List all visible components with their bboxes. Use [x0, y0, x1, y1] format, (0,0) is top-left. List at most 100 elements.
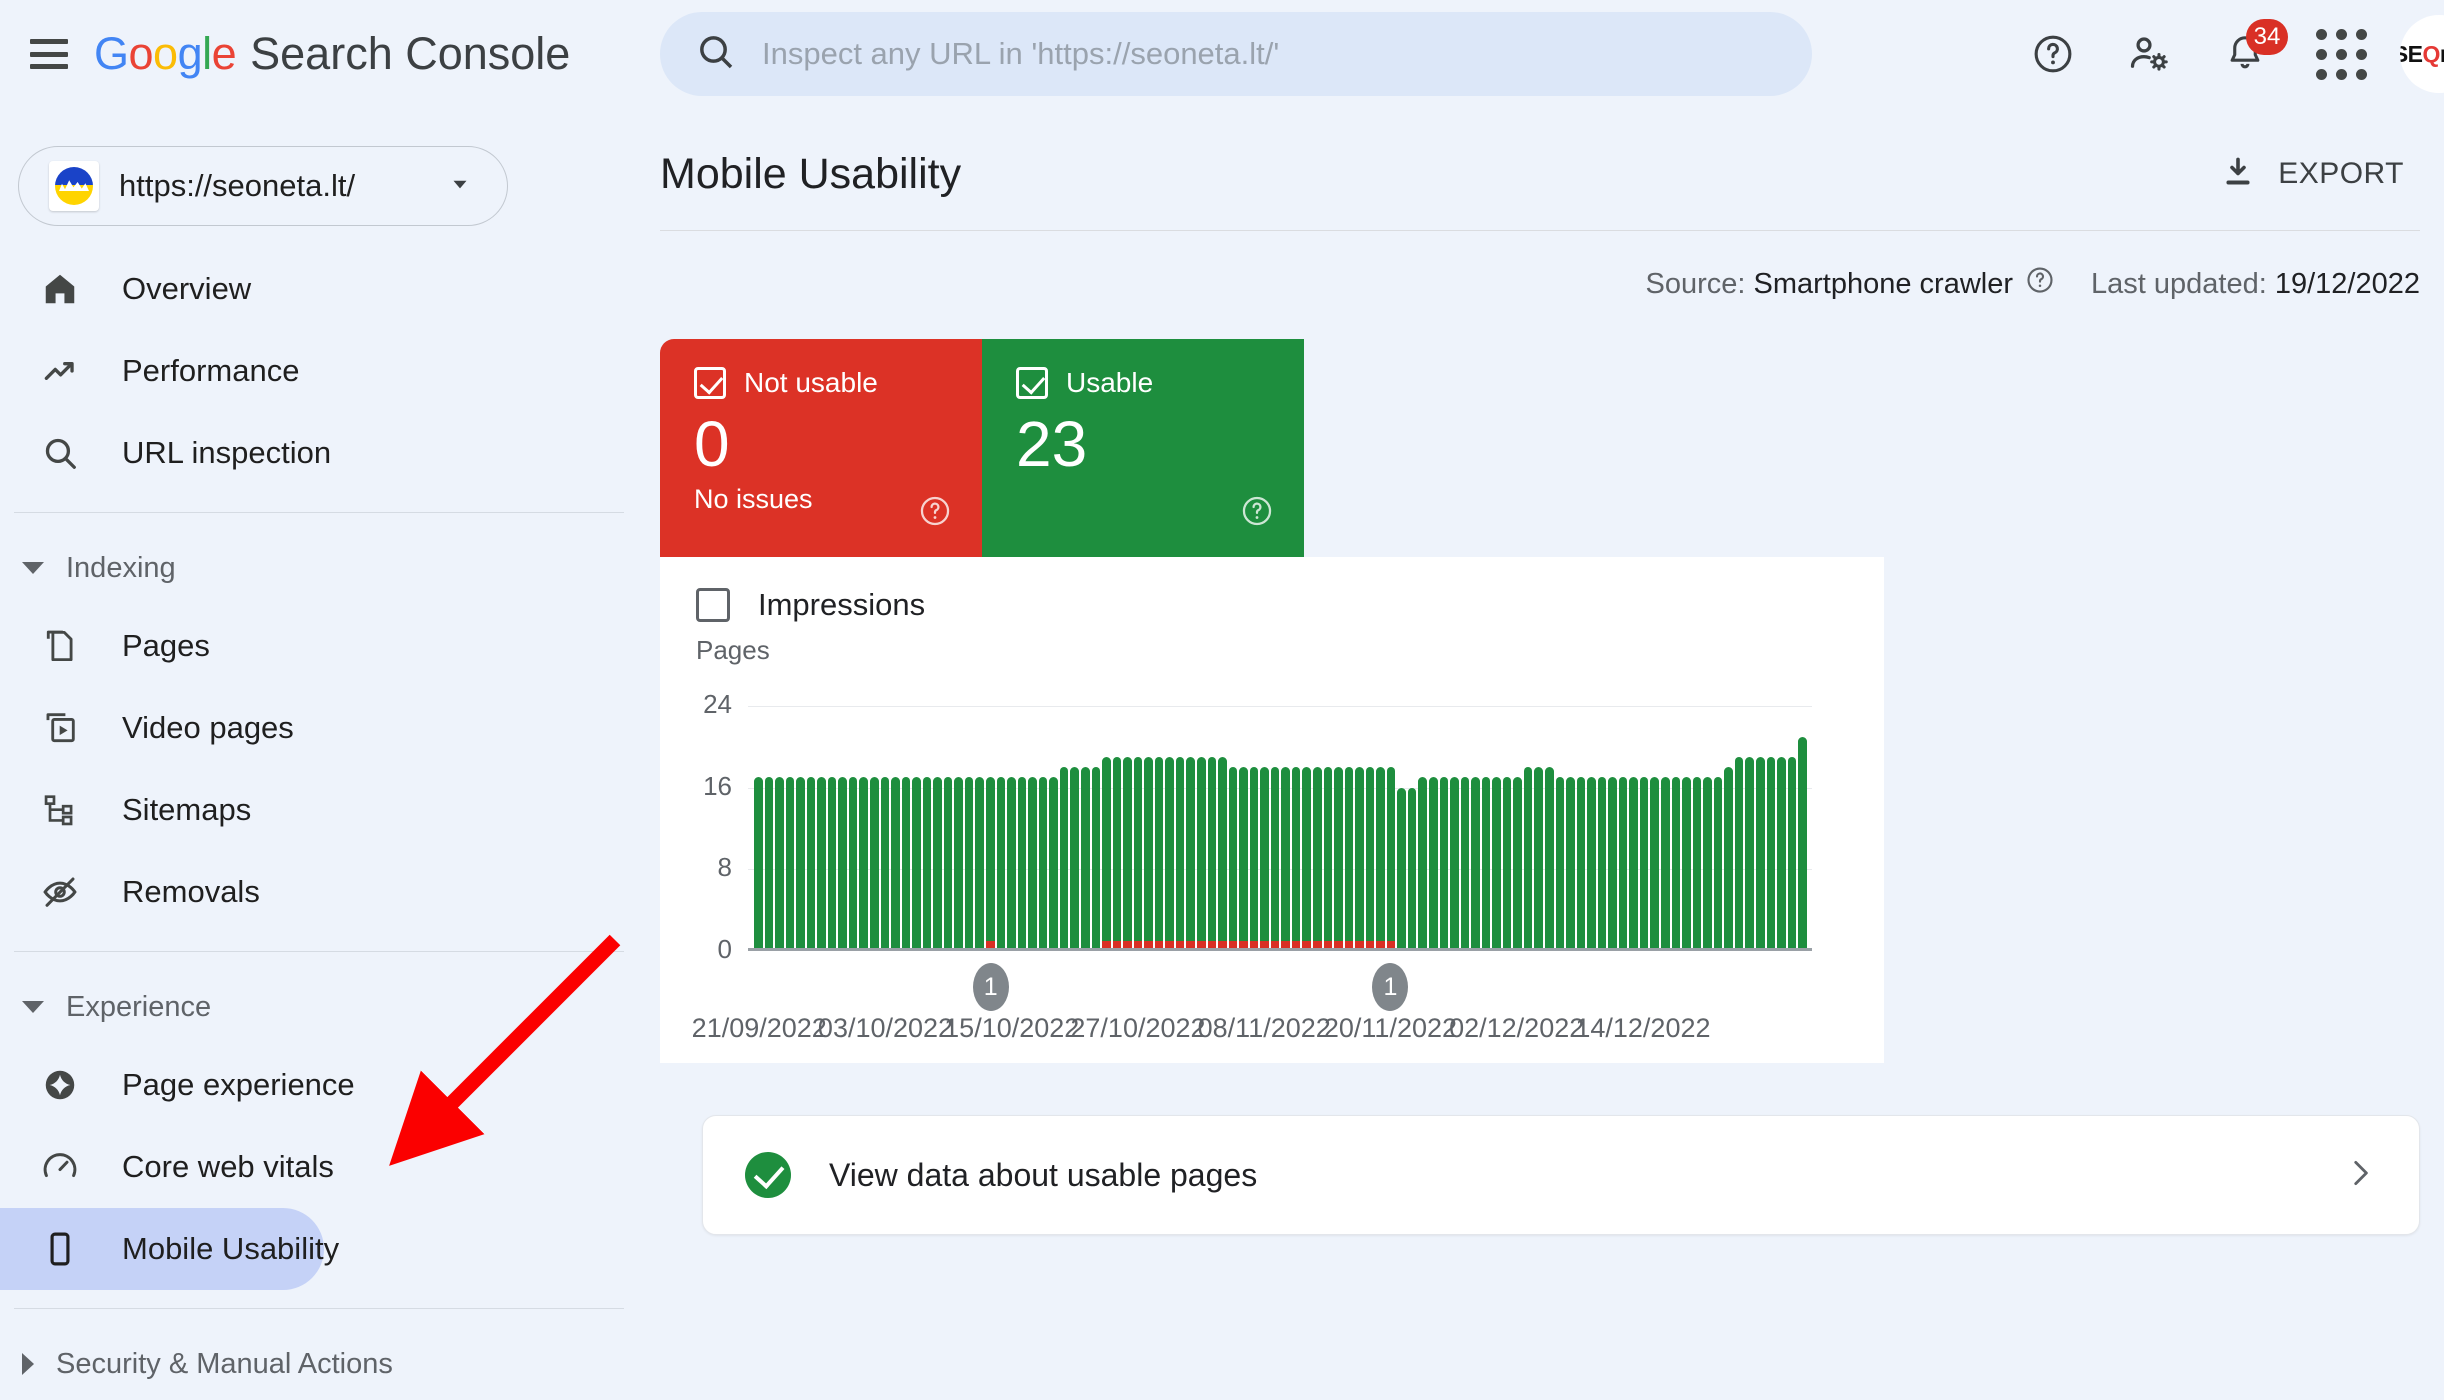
chart-bar[interactable]: [1091, 767, 1101, 951]
chart-bar[interactable]: [1407, 787, 1417, 951]
chart-bar[interactable]: [1302, 767, 1311, 951]
sidebar-item-performance[interactable]: Performance: [0, 330, 324, 412]
chart-bar[interactable]: [880, 777, 890, 951]
chart-bar[interactable]: [1049, 777, 1058, 951]
chart-bar[interactable]: [1608, 777, 1617, 951]
chart-bar[interactable]: [1312, 767, 1322, 951]
chart-bar[interactable]: [1080, 767, 1090, 951]
chart-bar[interactable]: [1323, 767, 1333, 951]
url-inspection-search[interactable]: [660, 12, 1812, 96]
chart-bar[interactable]: [817, 777, 826, 951]
chart-bar[interactable]: [785, 777, 795, 951]
help-circle-icon[interactable]: [2025, 265, 2055, 303]
checkbox-unchecked-icon[interactable]: [696, 588, 730, 622]
chart-bar[interactable]: [1038, 777, 1048, 951]
chart-bar[interactable]: [1692, 777, 1702, 951]
chart-bar[interactable]: [933, 777, 942, 951]
chart-bar[interactable]: [1270, 767, 1280, 951]
avatar[interactable]: SEQneta: [2400, 15, 2444, 93]
chart-bar[interactable]: [1218, 757, 1227, 951]
chart-bar[interactable]: [954, 777, 963, 951]
chart-bar[interactable]: [859, 777, 869, 951]
chart-bar[interactable]: [912, 777, 921, 951]
chart-bar[interactable]: [1102, 757, 1111, 951]
view-usable-pages-card[interactable]: View data about usable pages: [702, 1115, 2420, 1235]
sidebar-item-pages[interactable]: Pages: [0, 605, 324, 687]
chart-bar[interactable]: [1260, 767, 1269, 951]
status-card-usable[interactable]: Usable 23: [982, 339, 1304, 557]
chart-bar[interactable]: [848, 777, 858, 951]
chart-bar[interactable]: [1070, 767, 1079, 951]
chart-bar[interactable]: [1798, 736, 1807, 951]
chart-bar[interactable]: [1386, 767, 1396, 951]
chart-bar[interactable]: [1112, 757, 1122, 951]
mobile-usability-chart[interactable]: Pages 0 8 16 24 1 1: [660, 635, 1884, 1011]
chart-bar[interactable]: [1376, 767, 1385, 951]
sidebar-item-video-pages[interactable]: Video pages: [0, 687, 324, 769]
help-circle-icon[interactable]: [918, 494, 952, 533]
chart-bar[interactable]: [1144, 757, 1153, 951]
chart-bar[interactable]: [1481, 777, 1491, 951]
chart-bar[interactable]: [1650, 777, 1660, 951]
chart-bar[interactable]: [838, 777, 847, 951]
chart-annotation-marker[interactable]: 1: [972, 963, 1009, 1011]
chart-bar[interactable]: [1523, 767, 1533, 951]
chart-bar[interactable]: [1671, 777, 1681, 951]
chart-bar[interactable]: [1787, 757, 1797, 951]
chart-bar[interactable]: [1629, 777, 1638, 951]
chart-bar[interactable]: [1344, 767, 1354, 951]
chart-bar[interactable]: [1492, 777, 1501, 951]
notifications-bell-icon[interactable]: 34: [2208, 17, 2288, 91]
export-button[interactable]: EXPORT: [2204, 144, 2420, 205]
chart-bar[interactable]: [1513, 777, 1522, 951]
chart-bar[interactable]: [764, 777, 774, 951]
chart-bar[interactable]: [1545, 767, 1554, 951]
search-input[interactable]: [762, 36, 1812, 72]
chart-bar[interactable]: [1249, 767, 1259, 951]
chart-bar[interactable]: [796, 777, 805, 951]
sidebar-group-experience[interactable]: Experience: [0, 970, 660, 1044]
chart-bar[interactable]: [1502, 777, 1512, 951]
chart-bar[interactable]: [1555, 777, 1565, 951]
chart-bar[interactable]: [964, 777, 974, 951]
chart-bar[interactable]: [870, 777, 879, 951]
chart-bar[interactable]: [1734, 757, 1744, 951]
status-card-not-usable[interactable]: Not usable 0 No issues: [660, 339, 982, 557]
chart-bar[interactable]: [1228, 767, 1238, 951]
sidebar-item-sitemaps[interactable]: Sitemaps: [0, 769, 324, 851]
chart-bar[interactable]: [1239, 767, 1248, 951]
chart-bar[interactable]: [1534, 767, 1544, 951]
chart-bar[interactable]: [1597, 777, 1607, 951]
chart-bar[interactable]: [754, 777, 763, 951]
chart-bar[interactable]: [986, 777, 995, 951]
checkbox-checked-icon[interactable]: [1016, 367, 1048, 399]
chart-bar[interactable]: [901, 777, 911, 951]
sidebar-group-security[interactable]: Security & Manual Actions: [0, 1327, 660, 1400]
chart-bar[interactable]: [1766, 757, 1776, 951]
chart-bar[interactable]: [1059, 767, 1069, 951]
chart-bar[interactable]: [975, 777, 985, 951]
chart-bar[interactable]: [1429, 777, 1438, 951]
chart-bar[interactable]: [1291, 767, 1301, 951]
sidebar-item-overview[interactable]: Overview: [0, 248, 324, 330]
checkbox-checked-icon[interactable]: [694, 367, 726, 399]
chart-bar[interactable]: [1639, 777, 1649, 951]
chart-bar[interactable]: [1703, 777, 1712, 951]
chart-bar[interactable]: [891, 777, 900, 951]
chart-bar[interactable]: [1207, 757, 1217, 951]
chart-bar[interactable]: [922, 777, 932, 951]
chart-bar[interactable]: [1355, 767, 1364, 951]
chart-bar[interactable]: [1745, 757, 1754, 951]
chart-bar[interactable]: [1186, 757, 1195, 951]
chart-bar[interactable]: [1724, 767, 1733, 951]
chart-annotation-marker[interactable]: 1: [1372, 963, 1409, 1011]
chart-bar[interactable]: [1618, 777, 1628, 951]
chart-bar[interactable]: [1566, 777, 1575, 951]
chart-bar[interactable]: [806, 777, 816, 951]
chart-bar[interactable]: [1365, 767, 1375, 951]
chart-bar[interactable]: [1418, 777, 1427, 951]
impressions-toggle[interactable]: Impressions: [660, 557, 1884, 623]
chart-bar[interactable]: [1281, 767, 1290, 951]
property-selector[interactable]: https://seoneta.lt/: [18, 146, 508, 226]
chart-bar[interactable]: [1165, 757, 1174, 951]
